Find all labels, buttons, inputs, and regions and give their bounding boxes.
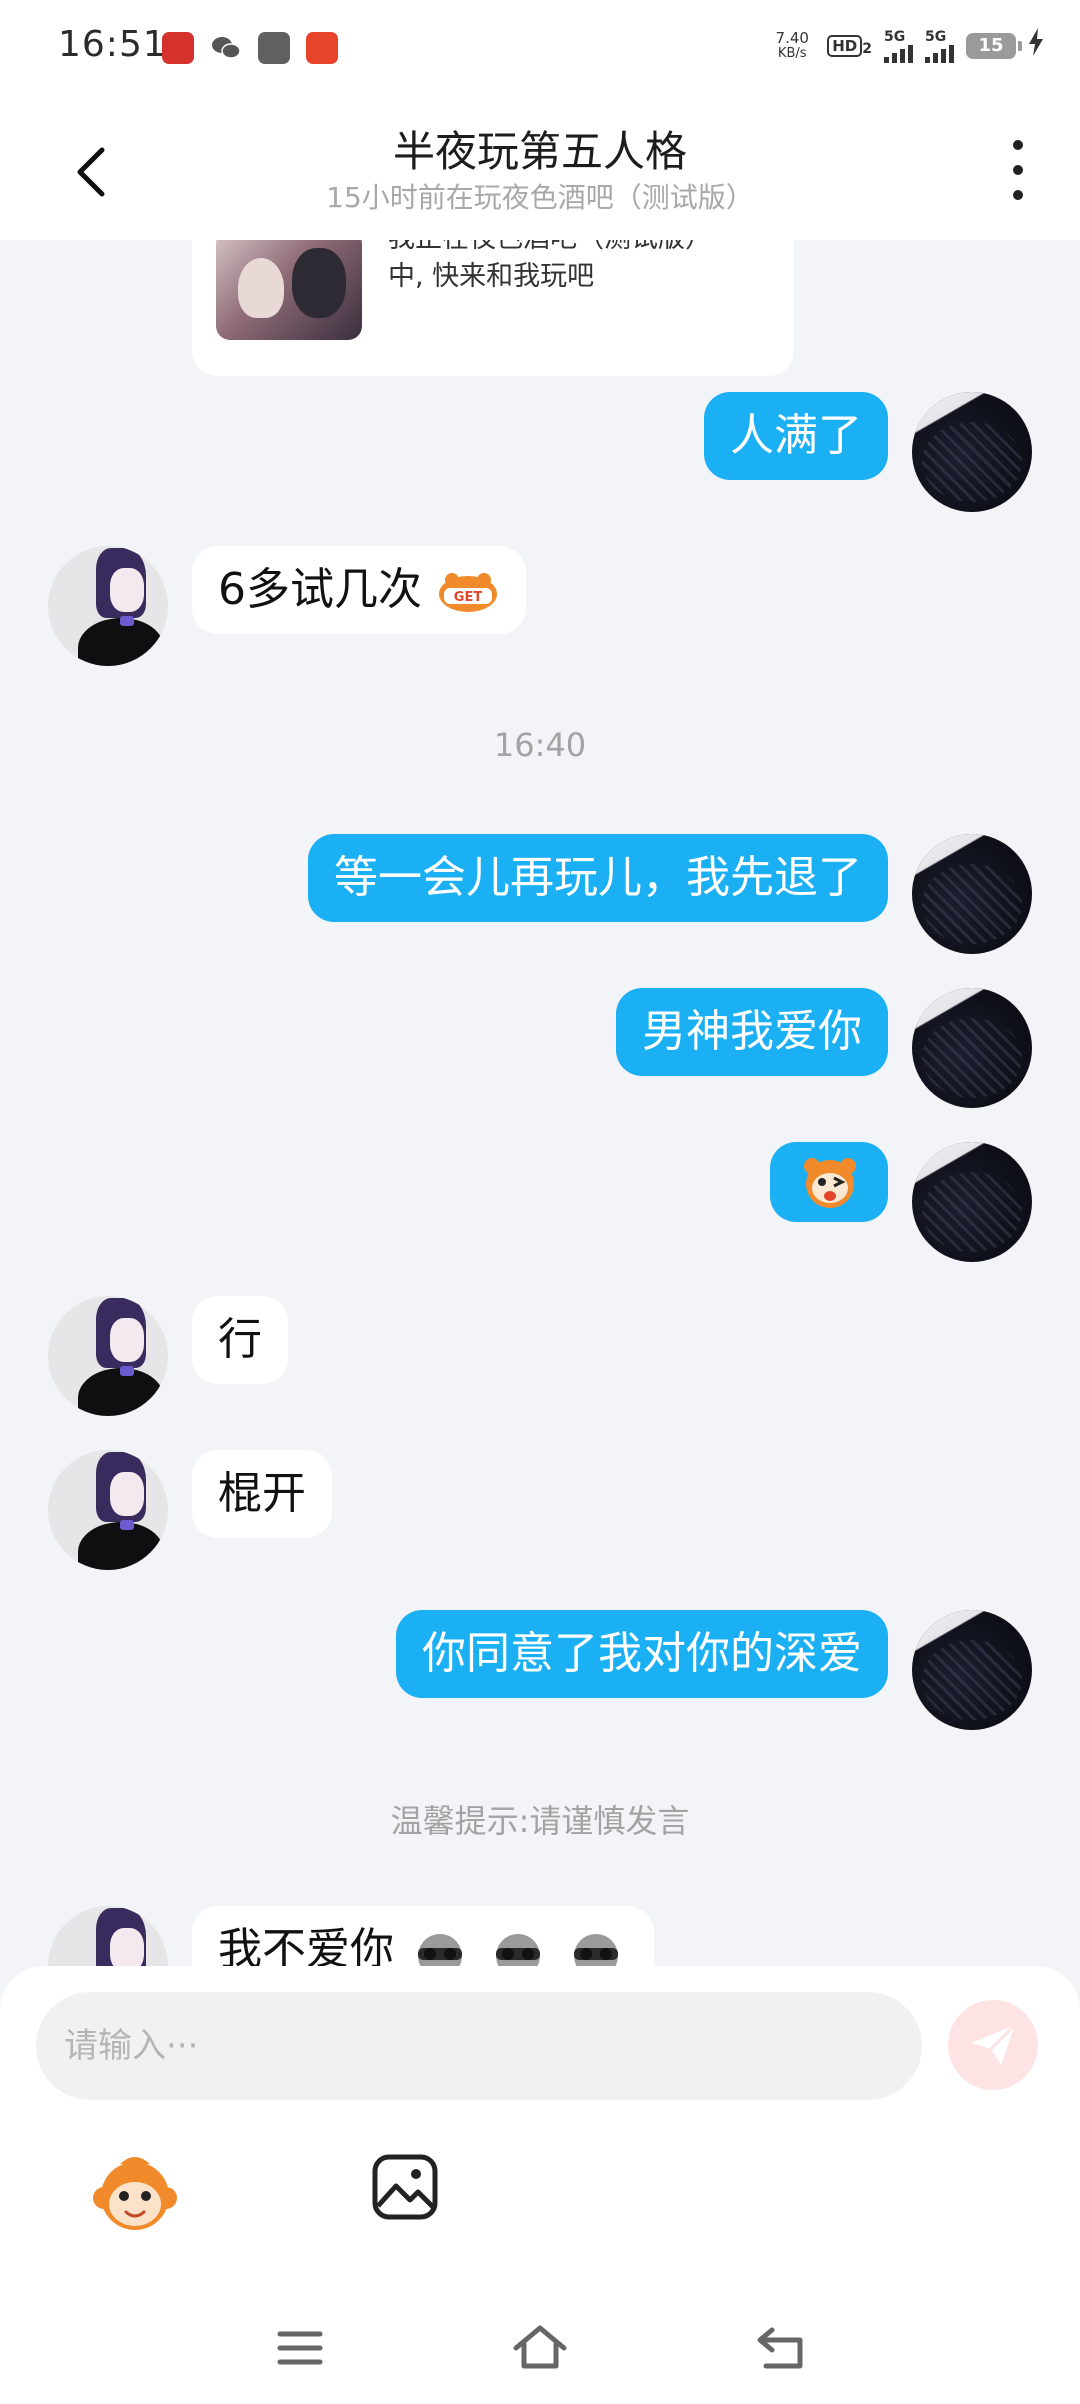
message-bubble-peer[interactable]: 我不爱你 (192, 1906, 654, 1970)
signal-sim2: 5G (925, 29, 954, 63)
message-bubble-mine[interactable] (770, 1142, 888, 1222)
battery-level: 15 (978, 34, 1004, 56)
my-avatar[interactable] (912, 392, 1032, 512)
gray-app-icon (258, 32, 290, 64)
my-avatar[interactable] (912, 1142, 1032, 1262)
message-bubble-mine[interactable]: 等一会儿再玩儿，我先退了 (308, 834, 888, 922)
message-text: 6多试几次 (218, 564, 422, 615)
input-placeholder: 请输入··· (64, 2026, 199, 2066)
image-icon (372, 2154, 438, 2220)
hd-sub: 2 (862, 40, 872, 57)
message-bubble-mine[interactable]: 你同意了我对你的深爱 (396, 1610, 888, 1698)
sunglasses-emoji-icon (418, 1934, 462, 1970)
invite-line-1: 我正在夜色酒吧（测试版） (388, 240, 768, 258)
network-speed-unit: KB/s (777, 45, 807, 61)
my-avatar[interactable] (912, 1610, 1032, 1730)
dot (1013, 190, 1023, 200)
sim2-label: 5G (925, 28, 947, 45)
chat-screen: 16:51 7.40 KB/s HD 2 5G 5G 15 半夜玩第五人格 15… (0, 0, 1080, 2404)
status-app-icons (162, 32, 338, 64)
game-invite-card[interactable]: 我正在夜色酒吧（测试版） 中, 快来和我玩吧 (192, 240, 794, 376)
dot (1013, 165, 1023, 175)
menu-nav-button[interactable] (270, 2318, 330, 2378)
menu-icon (277, 2331, 323, 2365)
battery-icon: 15 (966, 32, 1022, 59)
message-text: 等一会儿再玩儿，我先退了 (334, 852, 862, 903)
taobao-icon (306, 32, 338, 64)
peer-avatar[interactable] (48, 1296, 168, 1416)
message-bubble-peer[interactable]: 棍开 (192, 1450, 332, 1538)
sunglasses-emoji-icon (574, 1934, 618, 1970)
message-input[interactable]: 请输入··· (36, 1992, 922, 2100)
invite-line-2: 中, 快来和我玩吧 (388, 261, 595, 292)
network-speed-value: 7.40 (775, 28, 809, 47)
signal-bars-icon (925, 44, 954, 63)
back-nav-button[interactable] (752, 2318, 812, 2378)
more-options-button[interactable] (1008, 140, 1028, 200)
warning-tip: 温馨提示:请谨慎发言 (390, 1802, 690, 1840)
time-divider: 16:40 (493, 726, 587, 764)
message-text: 我不爱你 (218, 1924, 394, 1970)
peer-avatar[interactable] (48, 546, 168, 666)
news-app-icon (162, 32, 194, 64)
game-thumbnail (216, 240, 362, 340)
message-bubble-peer[interactable]: 6多试几次 GET (192, 546, 526, 634)
status-bar: 16:51 7.40 KB/s HD 2 5G 5G 15 (0, 0, 1080, 96)
sunglasses-emoji-icon (496, 1934, 540, 1970)
status-time: 16:51 (58, 24, 167, 65)
image-picker-button[interactable] (370, 2152, 440, 2222)
home-nav-button[interactable] (510, 2318, 570, 2378)
system-nav-bar (0, 2300, 1080, 2404)
message-bubble-mine[interactable]: 人满了 (704, 392, 888, 480)
chat-title: 半夜玩第五人格 (392, 127, 687, 176)
emoji-picker-button[interactable] (90, 2150, 180, 2240)
chat-header: 半夜玩第五人格 15小时前在玩夜色酒吧（测试版） (0, 96, 1080, 240)
wechat-icon (210, 32, 242, 64)
charging-icon (1028, 28, 1044, 63)
get-emoji-icon: GET (439, 573, 497, 612)
return-icon (757, 2327, 803, 2369)
message-text: 你同意了我对你的深爱 (422, 1628, 862, 1679)
chat-subtitle: 15小时前在玩夜色酒吧（测试版） (326, 181, 754, 214)
game-invite-text: 我正在夜色酒吧（测试版） 中, 快来和我玩吧 (388, 240, 768, 296)
message-text: 人满了 (730, 410, 862, 461)
my-avatar[interactable] (912, 988, 1032, 1108)
message-text: 行 (218, 1314, 262, 1365)
message-list[interactable]: 我正在夜色酒吧（测试版） 中, 快来和我玩吧 人满了 6多试几次 GET 16:… (0, 240, 1080, 1970)
signal-sim1: 5G (884, 29, 913, 63)
message-bubble-peer[interactable]: 行 (192, 1296, 288, 1384)
svg-text:GET: GET (454, 590, 483, 605)
wink-tongue-emoji-icon (804, 1158, 856, 1208)
send-button[interactable] (948, 2000, 1038, 2090)
hd-badge: HD (827, 34, 863, 57)
hd-indicator: HD 2 (827, 34, 872, 57)
my-avatar[interactable] (912, 834, 1032, 954)
network-speed: 7.40 KB/s (769, 30, 815, 62)
home-icon (513, 2325, 567, 2369)
status-indicators: 7.40 KB/s HD 2 5G 5G 15 (769, 28, 1044, 63)
monkey-face-icon (93, 2157, 177, 2230)
message-bubble-mine[interactable]: 男神我爱你 (616, 988, 888, 1076)
paper-plane-icon (971, 2023, 1017, 2065)
dot (1013, 140, 1023, 150)
signal-bars-icon (884, 44, 913, 63)
message-text: 棍开 (218, 1468, 306, 1519)
peer-avatar[interactable] (48, 1450, 168, 1570)
sim1-label: 5G (884, 28, 906, 45)
message-text: 男神我爱你 (642, 1006, 862, 1057)
peer-avatar[interactable] (48, 1906, 168, 1970)
